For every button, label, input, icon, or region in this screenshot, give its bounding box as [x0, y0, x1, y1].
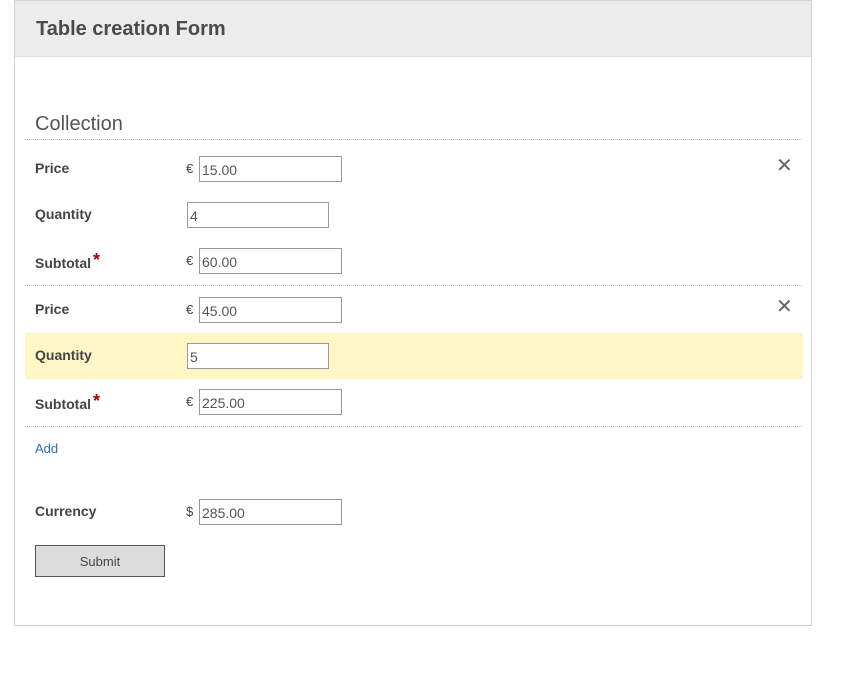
form-header: Table creation Form: [15, 1, 811, 57]
required-marker: *: [93, 391, 101, 411]
currency-row: Currency $: [25, 489, 803, 535]
collection-end-divider: [25, 426, 802, 427]
item-2-subtotal-row: Subtotal * €: [25, 379, 803, 425]
item-2-subtotal-label: Subtotal *: [35, 391, 101, 414]
item-1-subtotal-input[interactable]: [199, 248, 342, 274]
currency-input[interactable]: [199, 499, 342, 525]
item-2-remove-icon[interactable]: ✕: [776, 297, 793, 317]
item-divider: [25, 285, 802, 286]
form-title: Table creation Form: [36, 18, 226, 40]
item-1-price-input[interactable]: [199, 156, 342, 182]
item-2-price-row: Price € ✕: [25, 287, 803, 333]
item-1-remove-icon[interactable]: ✕: [776, 156, 793, 176]
item-2-quantity-label: Quantity: [35, 347, 92, 363]
required-marker: *: [93, 250, 101, 270]
item-2-price-currency: €: [186, 302, 194, 317]
item-1-subtotal-label-text: Subtotal: [35, 255, 91, 271]
item-1-price-row: Price € ✕: [25, 146, 803, 192]
currency-symbol: $: [186, 504, 194, 519]
item-2-quantity-row: Quantity: [25, 333, 803, 379]
item-1-subtotal-row: Subtotal * €: [25, 238, 803, 284]
item-2-price-input[interactable]: [199, 297, 342, 323]
currency-label: Currency: [35, 503, 97, 519]
item-1-price-currency: €: [186, 161, 194, 176]
item-1-subtotal-currency: €: [186, 253, 194, 268]
submit-button[interactable]: Submit: [35, 545, 165, 577]
collection-title: Collection: [35, 113, 123, 135]
collection-divider: [25, 139, 802, 140]
item-2-subtotal-currency: €: [186, 394, 194, 409]
item-1-quantity-row: Quantity: [25, 192, 803, 238]
item-1-quantity-input[interactable]: [187, 202, 329, 228]
item-2-price-label: Price: [35, 301, 70, 317]
item-2-subtotal-label-text: Subtotal: [35, 396, 91, 412]
item-1-price-label: Price: [35, 160, 70, 176]
item-2-quantity-input[interactable]: [187, 343, 329, 369]
item-1-subtotal-label: Subtotal *: [35, 250, 101, 273]
item-1-quantity-label: Quantity: [35, 206, 92, 222]
add-link[interactable]: Add: [35, 441, 58, 456]
item-2-subtotal-input[interactable]: [199, 389, 342, 415]
